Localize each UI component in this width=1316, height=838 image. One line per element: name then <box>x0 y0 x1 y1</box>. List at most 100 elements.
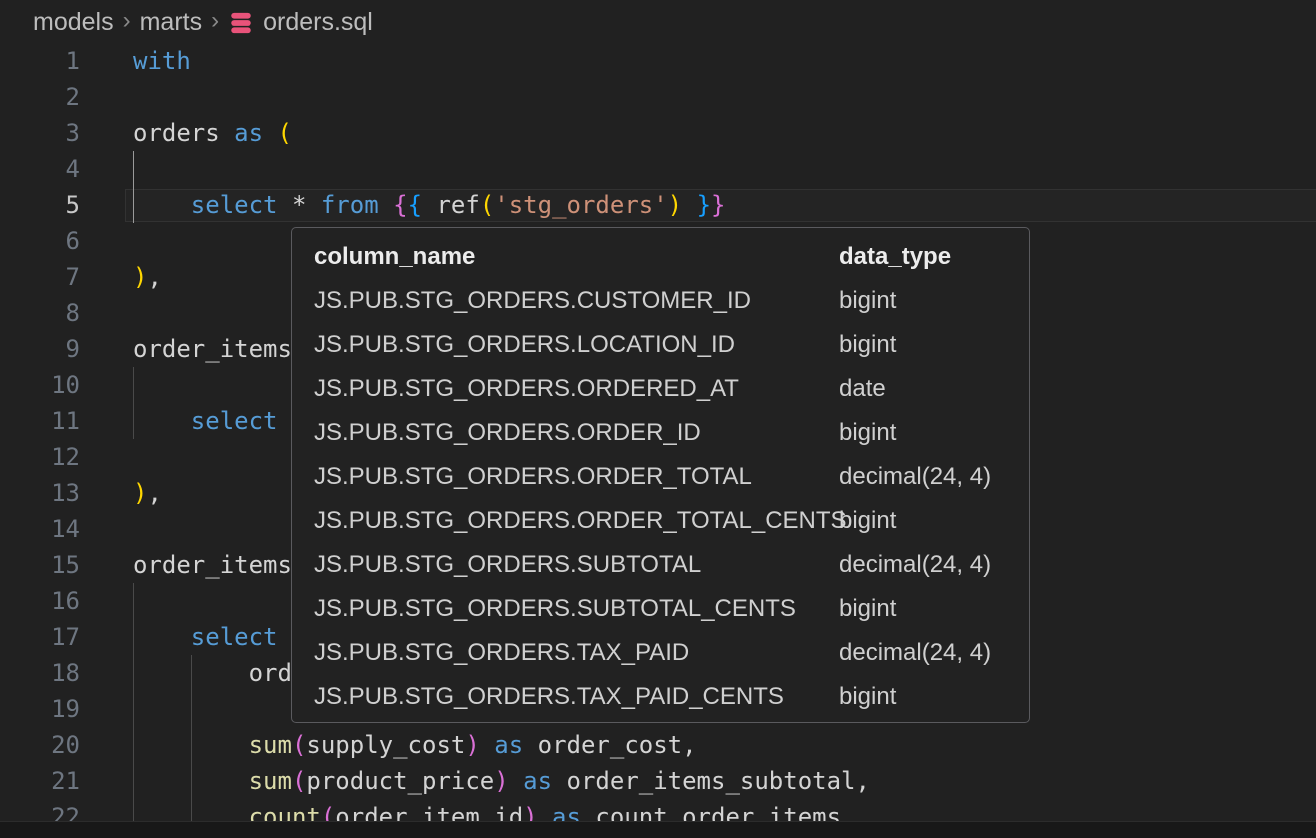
line-number[interactable]: 5 <box>0 187 80 223</box>
code-token <box>480 731 494 759</box>
column-name-cell: JS.PUB.STG_ORDERS.CUSTOMER_ID <box>314 287 839 315</box>
line-number[interactable]: 8 <box>0 295 80 331</box>
code-token <box>306 191 320 219</box>
code-token: , <box>856 767 870 795</box>
data-type-cell: bigint <box>839 683 896 711</box>
code-token: as <box>234 119 263 147</box>
line-number[interactable]: 6 <box>0 223 80 259</box>
code-token: order_items <box>133 335 292 363</box>
code-token <box>133 731 249 759</box>
code-token: 'stg_orders' <box>494 191 667 219</box>
code-token: with <box>133 47 191 75</box>
data-type-cell: bigint <box>839 331 896 359</box>
indent-guide <box>133 367 134 403</box>
column-name-cell: JS.PUB.STG_ORDERS.ORDERED_AT <box>314 375 839 403</box>
code-token <box>133 623 191 651</box>
line-number[interactable]: 2 <box>0 79 80 115</box>
code-token: select <box>191 623 278 651</box>
code-line[interactable]: 5 select * from {{ ref('stg_orders') }} <box>0 187 1316 223</box>
database-icon <box>228 10 254 36</box>
code-token: { <box>408 191 422 219</box>
line-number[interactable]: 21 <box>0 763 80 799</box>
column-name-header: column_name <box>314 243 839 271</box>
line-number[interactable]: 1 <box>0 43 80 79</box>
code-token: sum <box>249 731 292 759</box>
line-number[interactable]: 18 <box>0 655 80 691</box>
code-line[interactable]: 4 <box>0 151 1316 187</box>
line-number[interactable]: 4 <box>0 151 80 187</box>
breadcrumb: models › marts › orders.sql <box>0 0 1316 44</box>
code-token: , <box>682 731 696 759</box>
code-token: order_items <box>133 551 292 579</box>
column-name-cell: JS.PUB.STG_ORDERS.SUBTOTAL_CENTS <box>314 595 839 623</box>
code-token: as <box>494 731 523 759</box>
chevron-right-icon: › <box>123 7 131 35</box>
code-text: order_items <box>133 547 292 583</box>
code-text: select <box>133 619 278 655</box>
column-name-cell: JS.PUB.STG_ORDERS.TAX_PAID_CENTS <box>314 683 839 711</box>
line-number[interactable]: 11 <box>0 403 80 439</box>
data-type-cell: decimal(24, 4) <box>839 639 991 667</box>
code-token: as <box>523 767 552 795</box>
line-number[interactable]: 14 <box>0 511 80 547</box>
code-token: supply_cost <box>306 731 465 759</box>
code-line[interactable]: 1 with <box>0 43 1316 79</box>
code-line[interactable]: 21 sum(product_price) as order_items_sub… <box>0 763 1316 799</box>
code-token: from <box>321 191 379 219</box>
line-number[interactable]: 7 <box>0 259 80 295</box>
code-text: ), <box>133 475 162 511</box>
data-type-cell: date <box>839 375 886 403</box>
code-token: , <box>147 479 161 507</box>
column-name-cell: JS.PUB.STG_ORDERS.LOCATION_ID <box>314 331 839 359</box>
code-token <box>278 191 292 219</box>
code-token: ) <box>494 767 508 795</box>
code-text: orders as ( <box>133 115 292 151</box>
code-line[interactable]: 2 <box>0 79 1316 115</box>
panel-edge <box>0 821 1316 838</box>
column-name-cell: JS.PUB.STG_ORDERS.ORDER_TOTAL <box>314 463 839 491</box>
code-token <box>682 191 696 219</box>
breadcrumb-item-file[interactable]: orders.sql <box>263 8 373 37</box>
line-number[interactable]: 15 <box>0 547 80 583</box>
line-number[interactable]: 9 <box>0 331 80 367</box>
line-number[interactable]: 20 <box>0 727 80 763</box>
popup-row: JS.PUB.STG_ORDERS.TAX_PAIDdecimal(24, 4) <box>314 631 1029 675</box>
line-number[interactable]: 12 <box>0 439 80 475</box>
line-number[interactable]: 3 <box>0 115 80 151</box>
popup-header-row: column_namedata_type <box>314 235 1029 279</box>
code-token: { <box>393 191 407 219</box>
data-type-cell: decimal(24, 4) <box>839 463 991 491</box>
code-line[interactable]: 20 sum(supply_cost) as order_cost, <box>0 727 1316 763</box>
code-text: select * from {{ ref('stg_orders') }} <box>133 187 725 223</box>
data-type-cell: bigint <box>839 595 896 623</box>
breadcrumb-item-models[interactable]: models <box>33 8 114 37</box>
line-number[interactable]: 13 <box>0 475 80 511</box>
code-token <box>220 119 234 147</box>
code-line[interactable]: 3 orders as ( <box>0 115 1316 151</box>
data-type-cell: bigint <box>839 419 896 447</box>
line-number[interactable]: 10 <box>0 367 80 403</box>
line-number[interactable]: 17 <box>0 619 80 655</box>
code-token: ) <box>133 263 147 291</box>
breadcrumb-item-marts[interactable]: marts <box>140 8 203 37</box>
code-token: select <box>191 191 278 219</box>
code-token <box>133 191 191 219</box>
indent-guide <box>133 151 134 187</box>
code-token <box>133 659 249 687</box>
line-number[interactable]: 19 <box>0 691 80 727</box>
code-token: order_items_subtotal <box>567 767 856 795</box>
data-type-cell: decimal(24, 4) <box>839 551 991 579</box>
code-token <box>523 731 537 759</box>
popup-row: JS.PUB.STG_ORDERS.ORDER_TOTALdecimal(24,… <box>314 455 1029 499</box>
code-text: with <box>133 43 191 79</box>
code-token: ( <box>480 191 494 219</box>
line-number[interactable]: 16 <box>0 583 80 619</box>
code-token: order_cost <box>538 731 683 759</box>
code-token: product_price <box>306 767 494 795</box>
popup-row: JS.PUB.STG_ORDERS.SUBTOTAL_CENTSbigint <box>314 587 1029 631</box>
code-token <box>263 119 277 147</box>
code-token: ) <box>133 479 147 507</box>
code-text: ord <box>133 655 292 691</box>
data-type-header: data_type <box>839 243 951 271</box>
code-token <box>379 191 393 219</box>
